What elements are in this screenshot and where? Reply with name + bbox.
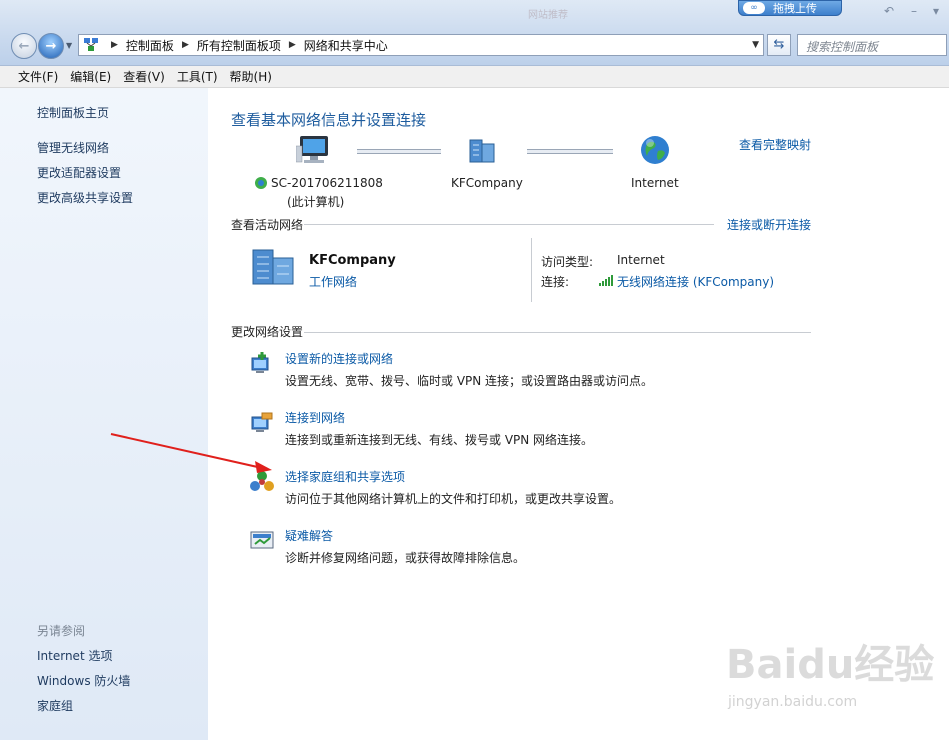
navigation-bar: ← → ▼ ▶ 控制面板 ▶ 所有控制面板项 ▶ 网络和共享中心 ▼ ⇆ 搜索控… xyxy=(0,30,949,62)
connection-link[interactable]: 无线网络连接 (KFCompany) xyxy=(617,273,774,290)
sidebar-home-link[interactable]: 控制面板主页 xyxy=(37,104,109,121)
computer-name: SC-201706211808 xyxy=(271,176,383,190)
map-connector-line xyxy=(527,149,613,154)
change-settings-heading: 更改网络设置 xyxy=(231,325,304,339)
network-building-icon[interactable] xyxy=(466,136,500,164)
breadcrumb-all-items[interactable]: 所有控制面板项 xyxy=(197,37,281,54)
network-status-icon xyxy=(255,177,267,189)
see-also-homegroup[interactable]: 家庭组 xyxy=(37,697,73,714)
section-divider xyxy=(304,332,811,333)
task-description: 连接到或重新连接到无线、有线、拨号或 VPN 网络连接。 xyxy=(285,433,594,447)
task-troubleshoot: 疑难解答 诊断并修复网络问题，或获得故障排除信息。 xyxy=(248,527,808,571)
refresh-icon: ⇆ xyxy=(773,37,785,52)
homegroup-icon xyxy=(250,471,274,491)
troubleshoot-icon xyxy=(250,531,274,549)
breadcrumb-control-panel[interactable]: 控制面板 xyxy=(126,37,174,54)
window-chrome: 网站推荐 ∞ 拖拽上传 ↶ – ▾ ← → ▼ ▶ 控制面板 ▶ 所有控制面板项… xyxy=(0,0,949,66)
see-also-heading: 另请参阅 xyxy=(37,624,86,638)
task-description: 访问位于其他网络计算机上的文件和打印机，或更改共享设置。 xyxy=(285,492,622,506)
task-description: 设置无线、宽带、拨号、临时或 VPN 连接；或设置路由器或访问点。 xyxy=(285,374,654,388)
menu-file[interactable]: 文件(F) xyxy=(12,68,64,85)
computer-icon[interactable] xyxy=(296,134,332,166)
breadcrumb-separator[interactable]: ▶ xyxy=(289,40,296,50)
cloud-icon: ∞ xyxy=(743,2,765,14)
map-connector-line xyxy=(357,149,441,154)
page-title: 查看基本网络信息并设置连接 xyxy=(231,111,427,129)
menu-tools[interactable]: 工具(T) xyxy=(171,68,224,85)
computer-subtitle: (此计算机) xyxy=(287,195,345,209)
faded-tab-label: 网站推荐 xyxy=(528,10,568,21)
see-also-internet-options[interactable]: Internet 选项 xyxy=(37,647,112,664)
access-type-value: Internet xyxy=(617,253,665,267)
internet-globe-icon[interactable] xyxy=(639,134,671,166)
upload-label: 拖拽上传 xyxy=(773,2,817,15)
task-connect-network: 连接到网络 连接到或重新连接到无线、有线、拨号或 VPN 网络连接。 xyxy=(248,409,808,453)
upload-button[interactable]: ∞ 拖拽上传 xyxy=(738,0,842,16)
vertical-divider xyxy=(531,238,532,302)
main-content: 查看基本网络信息并设置连接 查看完整映射 SC-201706211808 (此计… xyxy=(208,88,949,740)
sidebar-adapter-settings[interactable]: 更改适配器设置 xyxy=(37,164,121,181)
full-map-link[interactable]: 查看完整映射 xyxy=(739,136,811,153)
sidebar-manage-wireless[interactable]: 管理无线网络 xyxy=(37,139,109,156)
task-title-link[interactable]: 选择家庭组和共享选项 xyxy=(285,468,405,485)
network-building-icon xyxy=(252,249,294,285)
task-setup-connection: 设置新的连接或网络 设置无线、宽带、拨号、临时或 VPN 连接；或设置路由器或访… xyxy=(248,350,808,394)
menu-help[interactable]: 帮助(H) xyxy=(224,68,278,85)
back-button[interactable]: ← xyxy=(11,33,37,59)
task-description: 诊断并修复网络问题，或获得故障排除信息。 xyxy=(285,551,526,565)
dropdown-icon[interactable]: ▾ xyxy=(927,4,945,18)
address-dropdown-icon[interactable]: ▼ xyxy=(752,40,759,50)
task-homegroup-sharing: 选择家庭组和共享选项 访问位于其他网络计算机上的文件和打印机，或更改共享设置。 xyxy=(248,468,808,512)
minimize-icon[interactable]: – xyxy=(905,4,923,18)
menu-edit[interactable]: 编辑(E) xyxy=(64,68,117,85)
internet-node-label: Internet xyxy=(631,176,679,190)
forward-arrow-icon: → xyxy=(45,38,57,54)
sidebar: 控制面板主页 管理无线网络 更改适配器设置 更改高级共享设置 另请参阅 Inte… xyxy=(0,88,208,740)
breadcrumb-network-center[interactable]: 网络和共享中心 xyxy=(304,37,388,54)
signal-strength-icon xyxy=(599,275,613,286)
access-type-label: 访问类型: xyxy=(541,255,594,269)
section-divider xyxy=(304,224,714,225)
search-input[interactable]: 搜索控制面板 xyxy=(797,34,947,56)
menu-view[interactable]: 查看(V) xyxy=(117,68,171,85)
active-network-name: KFCompany xyxy=(309,253,396,268)
forward-button[interactable]: → xyxy=(38,33,64,59)
undo-icon[interactable]: ↶ xyxy=(880,4,898,18)
breadcrumb-separator[interactable]: ▶ xyxy=(182,40,189,50)
task-title-link[interactable]: 连接到网络 xyxy=(285,409,345,426)
see-also-firewall[interactable]: Windows 防火墙 xyxy=(37,672,130,689)
back-arrow-icon: ← xyxy=(18,38,30,54)
refresh-button[interactable]: ⇆ xyxy=(767,34,791,56)
title-strip: 网站推荐 ∞ 拖拽上传 ↶ – ▾ xyxy=(0,0,949,26)
network-node-label: KFCompany xyxy=(451,176,523,190)
menu-bar: 文件(F) 编辑(E) 查看(V) 工具(T) 帮助(H) xyxy=(0,66,949,88)
address-bar[interactable]: ▶ 控制面板 ▶ 所有控制面板项 ▶ 网络和共享中心 ▼ xyxy=(78,34,764,56)
network-type-link[interactable]: 工作网络 xyxy=(309,273,357,290)
breadcrumb-separator[interactable]: ▶ xyxy=(111,40,118,50)
new-connection-icon xyxy=(251,352,269,373)
task-title-link[interactable]: 设置新的连接或网络 xyxy=(285,350,393,367)
active-network-panel: KFCompany 工作网络 访问类型: Internet 连接: 无线网络连接… xyxy=(208,238,949,304)
history-dropdown-icon[interactable]: ▼ xyxy=(66,41,72,50)
network-center-icon xyxy=(84,38,98,51)
active-networks-heading: 查看活动网络 xyxy=(231,218,304,232)
sidebar-advanced-sharing[interactable]: 更改高级共享设置 xyxy=(37,189,133,206)
task-title-link[interactable]: 疑难解答 xyxy=(285,527,333,544)
connect-network-icon xyxy=(251,412,273,432)
connection-label: 连接: xyxy=(541,275,570,289)
connect-disconnect-link[interactable]: 连接或断开连接 xyxy=(727,216,811,233)
